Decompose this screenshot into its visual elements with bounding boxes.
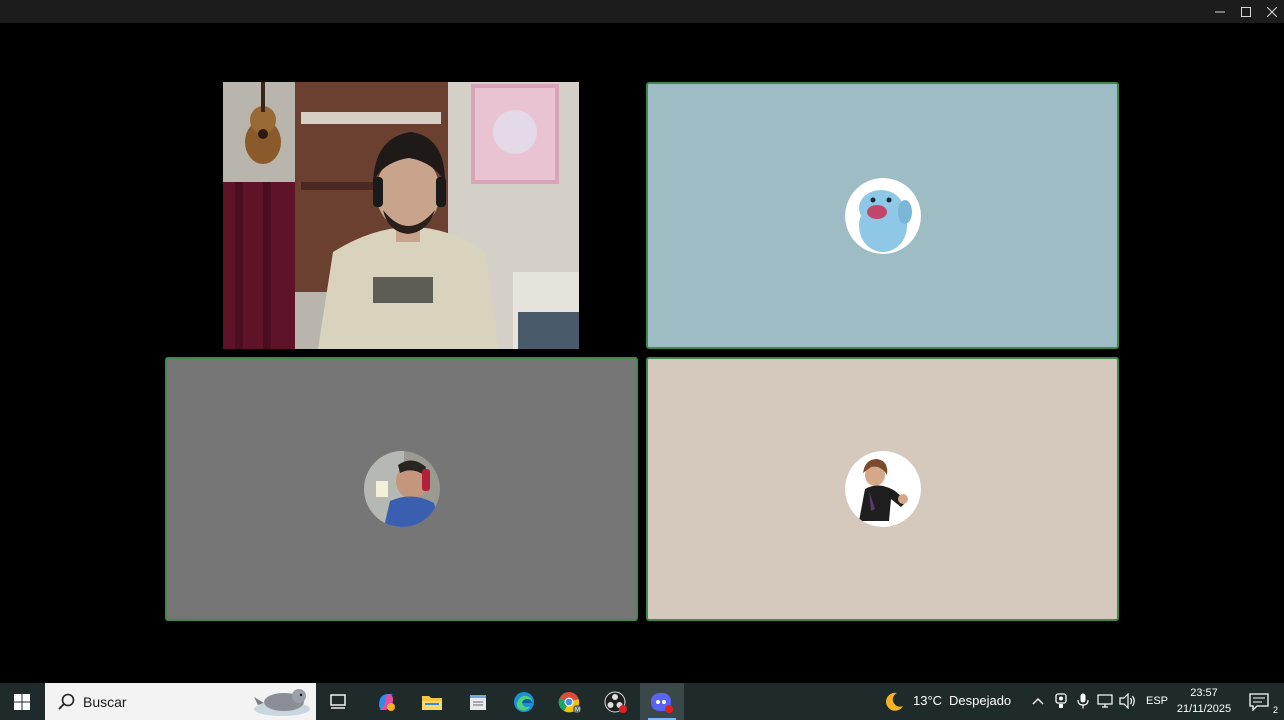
user-photo-headset <box>363 451 440 527</box>
video-tile-participant-2[interactable] <box>646 82 1119 349</box>
search-highlight-seal-icon <box>254 689 310 716</box>
discord-icon <box>651 692 673 713</box>
minimize-button[interactable] <box>1207 0 1233 23</box>
folder-icon <box>422 695 442 710</box>
notification-icon <box>1249 692 1269 711</box>
taskbar-file-explorer[interactable] <box>410 683 454 720</box>
notepad-icon <box>470 694 486 710</box>
maximize-button[interactable] <box>1233 0 1259 23</box>
tray-volume[interactable] <box>1119 692 1137 710</box>
window-title-bar <box>0 0 1284 23</box>
microphone-icon <box>1077 693 1089 709</box>
camera-feed <box>223 82 579 349</box>
video-tile-participant-3[interactable] <box>165 357 638 621</box>
camera-in-use-icon <box>1055 693 1067 708</box>
maximize-icon <box>1241 6 1251 17</box>
taskbar-search-box[interactable]: Buscar <box>45 683 316 720</box>
speaker-icon <box>1119 693 1135 709</box>
edge-icon <box>514 691 534 712</box>
copilot-icon <box>379 693 395 711</box>
tray-microphone[interactable] <box>1074 692 1092 710</box>
network-icon <box>1097 694 1113 708</box>
start-button[interactable] <box>0 683 44 720</box>
search-placeholder: Buscar <box>83 694 127 710</box>
notification-count-badge: 2 <box>1272 705 1278 715</box>
taskbar-chrome[interactable]: M <box>548 683 592 720</box>
taskbar-discord[interactable] <box>640 683 684 720</box>
taskbar-obs[interactable] <box>594 683 638 720</box>
task-view-icon <box>330 693 346 709</box>
weather-moon-icon[interactable] <box>883 691 905 713</box>
weather-condition[interactable]: Despejado <box>949 693 1011 708</box>
windows-logo-icon <box>14 693 30 710</box>
notification-center-button[interactable]: 2 <box>1236 683 1282 720</box>
minimize-icon <box>1215 11 1225 12</box>
quagsire-icon <box>844 177 921 254</box>
video-tile-camera[interactable] <box>223 82 579 349</box>
clock[interactable]: 23:57 21/11/2025 <box>1172 685 1236 718</box>
taskbar-edge[interactable] <box>502 683 546 720</box>
video-tile-participant-4[interactable] <box>646 357 1119 621</box>
taskbar-task-view[interactable] <box>316 683 360 720</box>
show-hidden-icons-button[interactable] <box>1029 692 1047 710</box>
input-language[interactable]: ESP <box>1146 695 1168 707</box>
obs-icon <box>604 691 627 713</box>
chrome-icon: M <box>558 691 581 713</box>
svg-text:M: M <box>575 707 580 713</box>
taskbar: Buscar M 13°C Despejado ESP 23:57 21/11/… <box>0 683 1284 720</box>
close-button[interactable] <box>1259 0 1284 23</box>
taskbar-notepad[interactable] <box>456 683 500 720</box>
tray-webcam[interactable] <box>1052 692 1070 710</box>
close-icon <box>1267 6 1277 17</box>
chevron-up-icon <box>1032 698 1044 705</box>
clock-time: 23:57 <box>1190 687 1218 699</box>
tray-network[interactable] <box>1097 692 1115 710</box>
clock-date: 21/11/2025 <box>1176 703 1232 715</box>
taskbar-copilot[interactable] <box>364 683 408 720</box>
user-photo-dancing <box>844 451 921 527</box>
weather-temperature[interactable]: 13°C <box>913 693 942 708</box>
search-icon <box>58 693 75 710</box>
